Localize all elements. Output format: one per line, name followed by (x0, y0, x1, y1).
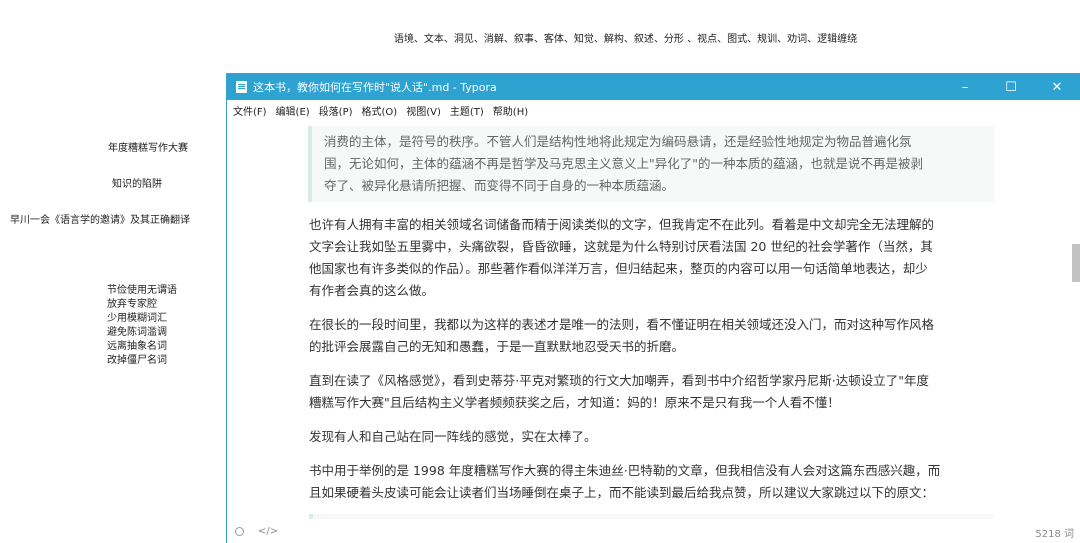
document-content[interactable]: 消费的主体，是符号的秩序。不管人们是结构性地将此规定为编码悬请，还是经验性地规定… (308, 126, 994, 519)
quote-line: 消费的主体，是符号的秩序。不管人们是结构性地将此规定为编码悬请，还是经验性地规定… (324, 134, 912, 149)
typora-app-icon (236, 81, 247, 93)
paragraph-line: 文字会让我如坠五里雾中，头痛欲裂，昏昏欲睡，这就是为什么特别讨厌看法国 20 世… (309, 239, 933, 254)
title-bar[interactable]: 这本书，教你如何在写作时"说人话".md - Typora – ☐ ✕ (227, 74, 1080, 100)
paragraph-line: 糟糕写作大赛"且后结构主义学者频频获奖之后，才知道：妈的！原来不是只有我一个人看… (309, 395, 840, 410)
typora-window: 这本书，教你如何在写作时"说人话".md - Typora – ☐ ✕ 文件(F… (226, 73, 1080, 543)
note-list: 节俭使用无谓语 放弃专家腔 少用模糊词汇 避免陈词滥调 远离抽象名词 改掉僵尸名… (107, 284, 177, 368)
paragraph: 书中用于举例的是 1998 年度糟糕写作大赛的得主朱迪丝·巴特勒的文章，但我相信… (309, 460, 994, 504)
note-list-item: 放弃专家腔 (107, 299, 157, 310)
menu-help[interactable]: 帮助(H) (493, 103, 528, 118)
paragraph-line: 有作者会真的这么做。 (309, 283, 435, 298)
menu-bar: 文件(F) 编辑(E) 段落(P) 格式(O) 视图(V) 主题(T) 帮助(H… (227, 100, 1080, 120)
note-trap: 知识的陷阱 (112, 179, 162, 190)
note-list-item: 远离抽象名词 (107, 341, 167, 352)
quote-line: 夺了、被异化悬请所把握、而变得不同于自身的一种本质蕴涵。 (324, 178, 675, 193)
minimize-button[interactable]: – (942, 74, 988, 100)
window-title: 这本书，教你如何在写作时"说人话".md - Typora (253, 81, 497, 94)
note-list-item: 节俭使用无谓语 (107, 285, 177, 296)
paragraph: 直到在读了《风格感觉》，看到史蒂芬·平克对繁琐的行文大加嘲弄，看到书中介绍哲学家… (309, 370, 994, 414)
paragraph-line: 他国家也有许多类似的作品）。那些著作看似洋洋万言，但归结起来，整页的内容可以用一… (309, 261, 928, 276)
note-list-item: 改掉僵尸名词 (107, 355, 167, 366)
paragraph-line: 也许有人拥有丰富的相关领域名词储备而精于阅读类似的文字，但我肯定不在此列。看着是… (309, 217, 935, 232)
menu-format[interactable]: 格式(O) (362, 103, 398, 118)
close-button[interactable]: ✕ (1034, 74, 1080, 100)
top-keywords-line: 语境、文本、洞见、消解、叙事、客体、知觉、解构、叙述、分形 、视点、图式、规训、… (393, 34, 858, 45)
paragraph-line: 发现有人和自己站在同一阵线的感觉，实在太棒了。 (309, 429, 597, 444)
paragraph-line: 书中用于举例的是 1998 年度糟糕写作大赛的得主朱迪丝·巴特勒的文章，但我相信… (309, 463, 941, 478)
paragraph: 在很长的一段时间里，我都以为这样的表述才是唯一的法则，看不懂证明在相关领域还没入… (309, 314, 994, 358)
scroll-thumb[interactable] (1072, 244, 1080, 282)
menu-view[interactable]: 视图(V) (406, 103, 441, 118)
paragraph-line: 且如果硬着头皮读可能会让读者们当场睡倒在桌子上，而不能读到最后给我点赞，所以建议… (309, 485, 935, 500)
quote-line: 围，无论如何，主体的蕴涵不再是哲学及马克思主义意义上"异化了"的一种本质的蕴涵，… (324, 156, 924, 171)
blockquote: 消费的主体，是符号的秩序。不管人们是结构性地将此规定为编码悬请，还是经验性地规定… (308, 126, 994, 202)
note-contest: 年度糟糕写作大赛 (108, 143, 188, 154)
note-book: 早川一会《语言学的邀请》及其正确翻译 (10, 215, 190, 226)
paragraph-line: 的批评会展露自己的无知和愚蠢，于是一直默默地忍受天书的折磨。 (309, 339, 685, 354)
word-count[interactable]: 5218 词 (1035, 525, 1074, 540)
paragraph-line: 直到在读了《风格感觉》，看到史蒂芬·平克对繁琐的行文大加嘲弄，看到书中介绍哲学家… (309, 373, 929, 388)
paragraph-line: 在很长的一段时间里，我都以为这样的表述才是唯一的法则，看不懂证明在相关领域还没入… (309, 317, 935, 332)
vertical-scrollbar[interactable] (1072, 120, 1080, 519)
editor-area[interactable]: 消费的主体，是符号的秩序。不管人们是结构性地将此规定为编码悬请，还是经验性地规定… (227, 120, 1080, 519)
maximize-button[interactable]: ☐ (988, 74, 1034, 100)
window-controls: – ☐ ✕ (942, 74, 1080, 100)
outline-toggle-icon[interactable] (235, 526, 244, 536)
paragraph: 也许有人拥有丰富的相关领域名词储备而精于阅读类似的文字，但我肯定不在此列。看着是… (309, 214, 994, 302)
paragraph: 发现有人和自己站在同一阵线的感觉，实在太棒了。 (309, 426, 994, 448)
source-code-mode-icon[interactable]: </> (258, 526, 278, 537)
menu-file[interactable]: 文件(F) (233, 103, 267, 118)
note-list-item: 避免陈词滥调 (107, 327, 167, 338)
note-list-item: 少用模糊词汇 (107, 313, 167, 324)
menu-edit[interactable]: 编辑(E) (276, 103, 310, 118)
menu-paragraph[interactable]: 段落(P) (319, 103, 353, 118)
status-bar: </> 5218 词 (227, 519, 1080, 543)
menu-theme[interactable]: 主题(T) (450, 103, 484, 118)
